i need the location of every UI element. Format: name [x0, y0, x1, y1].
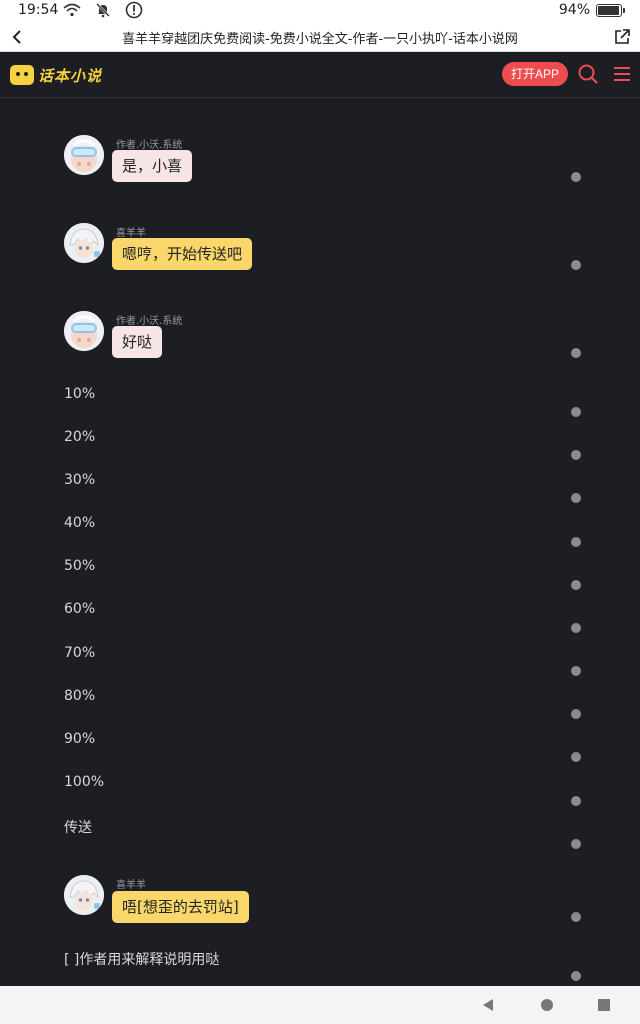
story-line: 10%	[64, 386, 96, 402]
battery-icon	[596, 4, 625, 17]
story-line: 70%	[64, 645, 96, 661]
logo-mascot-icon	[10, 65, 34, 85]
speaker-name: 喜羊羊	[116, 880, 146, 891]
comment-dot-icon[interactable]	[571, 407, 581, 417]
comment-dot-icon[interactable]	[571, 537, 581, 547]
alert-icon	[124, 1, 144, 19]
chat-bubble: 是，小喜	[112, 150, 193, 182]
status-time: 19:54	[18, 2, 59, 18]
chat-bubble: 好哒	[112, 326, 163, 358]
story-line: 90%	[64, 731, 96, 747]
comment-dot-icon[interactable]	[571, 348, 581, 358]
recents-square-icon[interactable]	[594, 995, 614, 1015]
speaker-name: 作者.小沃.系统	[116, 140, 183, 151]
comment-dot-icon[interactable]	[571, 752, 581, 762]
wifi-icon	[62, 1, 82, 19]
comment-dot-icon[interactable]	[571, 796, 581, 806]
comment-dot-icon[interactable]	[571, 172, 581, 182]
system-nav-bar	[0, 986, 640, 1024]
open-app-button[interactable]: 打开APP	[502, 62, 568, 86]
home-circle-icon[interactable]	[537, 995, 557, 1015]
story-content: 作者.小沃.系统 是，小喜 喜羊羊 嗯哼，开始传送吧 作者.小沃.系统 好哒 1…	[0, 98, 640, 984]
back-arrow-icon[interactable]	[8, 27, 28, 47]
astronaut-avatar[interactable]	[64, 135, 104, 175]
notifications-off-icon	[93, 1, 113, 19]
logo-text: 话本小说	[38, 66, 103, 85]
menu-icon[interactable]	[611, 63, 633, 85]
story-line: 100%	[64, 774, 105, 790]
astronaut-avatar[interactable]	[64, 311, 104, 351]
comment-dot-icon[interactable]	[571, 666, 581, 676]
chat-bubble: 嗯哼，开始传送吧	[112, 238, 253, 270]
page-title: 喜羊羊穿越团庆免费阅读-免费小说全文-作者-一只小执吖-话本小说网	[122, 32, 518, 47]
comment-dot-icon[interactable]	[571, 580, 581, 590]
story-line: 60%	[64, 601, 96, 617]
comment-dot-icon[interactable]	[571, 623, 581, 633]
white-hair-avatar[interactable]	[64, 875, 104, 915]
comment-dot-icon[interactable]	[571, 971, 581, 981]
white-hair-avatar[interactable]	[64, 223, 104, 263]
story-line: 40%	[64, 515, 96, 531]
comment-dot-icon[interactable]	[571, 709, 581, 719]
story-line: 传送	[64, 820, 92, 836]
story-line: [ ]作者用来解释说明用哒	[64, 952, 220, 968]
comment-dot-icon[interactable]	[571, 839, 581, 849]
comment-dot-icon[interactable]	[571, 912, 581, 922]
status-bar: 19:54 94%	[0, 0, 640, 22]
chat-bubble: 唔[想歪的去罚站]	[112, 891, 249, 923]
back-triangle-icon[interactable]	[478, 995, 498, 1015]
speaker-name: 作者.小沃.系统	[116, 316, 183, 327]
browser-title-bar: 喜羊羊穿越团庆免费阅读-免费小说全文-作者-一只小执吖-话本小说网	[0, 22, 640, 52]
comment-dot-icon[interactable]	[571, 260, 581, 270]
story-line: 50%	[64, 558, 96, 574]
story-line: 80%	[64, 688, 96, 704]
battery-percent: 94%	[558, 2, 590, 18]
story-line: 20%	[64, 429, 96, 445]
comment-dot-icon[interactable]	[571, 450, 581, 460]
battery-fill	[598, 6, 619, 15]
speaker-name: 喜羊羊	[116, 228, 146, 239]
site-logo[interactable]: 话本小说	[10, 62, 102, 88]
story-line: 30%	[64, 472, 96, 488]
open-external-icon[interactable]	[612, 27, 632, 47]
comment-dot-icon[interactable]	[571, 493, 581, 503]
search-icon[interactable]	[577, 63, 599, 85]
